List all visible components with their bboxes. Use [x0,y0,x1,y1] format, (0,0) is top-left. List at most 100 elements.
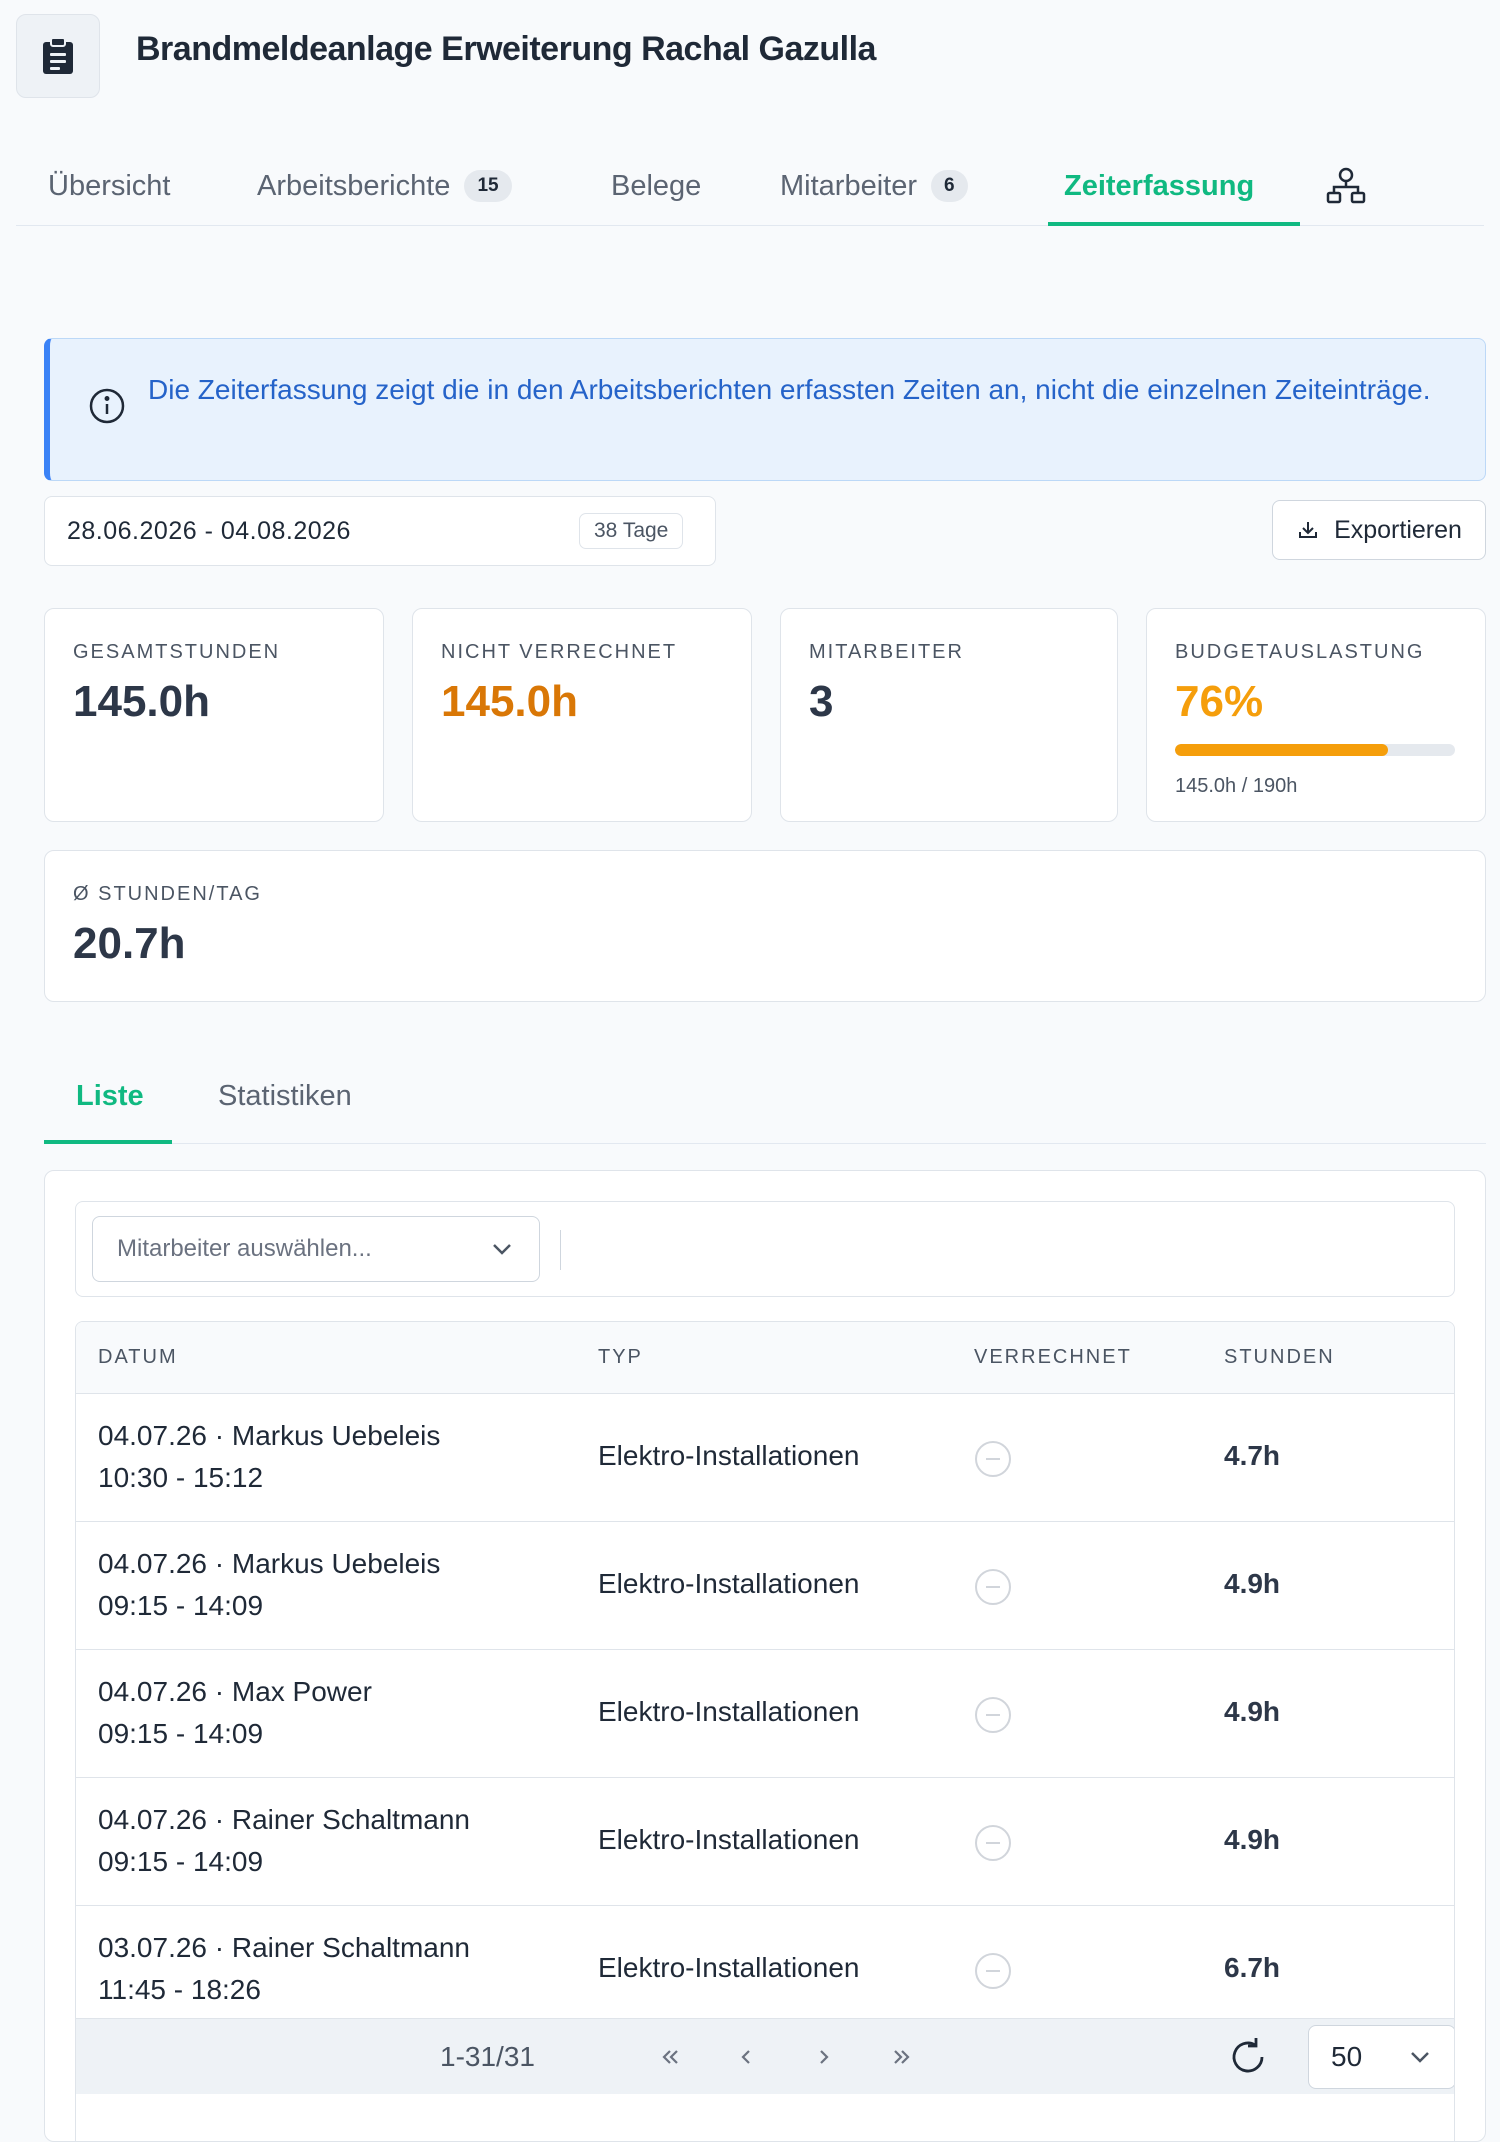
row-type: Elektro-Installationen [598,1824,860,1855]
refresh-icon[interactable] [1224,2033,1272,2081]
employee-select-placeholder: Mitarbeiter auswählen... [117,1235,372,1262]
not-billed-icon [975,1441,1011,1477]
column-header-date[interactable]: DATUM [98,1346,178,1369]
row-time-range: 11:45 - 18:26 [98,1974,261,2005]
tab-statistiken[interactable]: Statistiken [218,1080,352,1113]
budget-progress-fill [1175,744,1388,756]
row-time-range: 10:30 - 15:12 [98,1462,264,1493]
tab-belege[interactable]: Belege [611,146,701,226]
tab-mitarbeiter[interactable]: Mitarbeiter 6 [780,146,968,226]
stat-card-employees: MITARBEITER 3 [780,608,1118,822]
tab-label: Arbeitsberichte [257,169,451,202]
row-date-employee: 04.07.26 · Markus Uebeleis [98,1420,441,1451]
tab-label: Übersicht [48,169,171,202]
stat-label: GESAMTSTUNDEN [73,641,281,663]
stat-value: 20.7h [73,919,186,968]
chevron-left-icon [741,2050,750,2064]
not-billed-icon [975,1697,1011,1733]
divider [560,1230,561,1270]
stat-label: NICHT VERRECHNET [441,641,678,663]
count-badge: 6 [931,170,968,202]
tab-liste[interactable]: Liste [76,1080,144,1113]
pagination-bar: 1-31/31 50 [76,2018,1454,2094]
page-title: Brandmeldeanlage Erweiterung Rachal Gazu… [136,30,876,68]
row-date-employee: 03.07.26 · Rainer Schaltmann [98,1932,470,1963]
row-type: Elektro-Installationen [598,1952,860,1983]
stat-card-per-day: Ø STUNDEN/TAG 20.7h [44,850,1486,1002]
stat-value: 76% [1175,677,1264,726]
stat-card-total: GESAMTSTUNDEN 145.0h [44,608,384,822]
active-tab-indicator [1048,222,1300,226]
stat-value: 145.0h [73,677,210,726]
stat-label: Ø STUNDEN/TAG [73,883,262,905]
last-page-button[interactable] [882,2037,922,2077]
row-type: Elektro-Installationen [598,1568,860,1599]
table-row[interactable]: 04.07.26 · Markus Uebeleis 10:30 - 15:12… [76,1394,1454,1522]
row-time-range: 09:15 - 14:09 [98,1718,264,1749]
row-time-range: 09:15 - 14:09 [98,1590,264,1621]
row-hours: 4.7h [1224,1440,1281,1471]
table-header: DATUM TYP VERRECHNET STUNDEN [76,1322,1454,1394]
stat-value: 145.0h [441,677,578,726]
active-subtab-indicator [44,1140,172,1144]
table-row[interactable]: 04.07.26 · Max Power 09:15 - 14:09 Elekt… [76,1650,1454,1778]
row-date-employee: 04.07.26 · Max Power [98,1676,372,1707]
not-billed-icon [975,1569,1011,1605]
budget-progress-bar [1175,744,1455,756]
row-hours: 4.9h [1224,1568,1281,1599]
row-date-employee: 04.07.26 · Markus Uebeleis [98,1548,441,1579]
info-icon [89,388,125,424]
tab-label: Mitarbeiter [780,169,917,202]
tab-zeiterfassung[interactable]: Zeiterfassung [1064,146,1254,226]
prev-page-button[interactable] [726,2037,766,2077]
time-table: DATUM TYP VERRECHNET STUNDEN 04.07.26 · … [75,1321,1455,2142]
app-icon [16,14,100,98]
chevron-down-icon [493,1244,511,1255]
pagination-range: 1-31/31 [440,2041,535,2072]
per-page-value: 50 [1331,2041,1363,2072]
budget-subtext: 145.0h / 190h [1175,775,1298,797]
table-row[interactable]: 04.07.26 · Markus Uebeleis 09:15 - 14:09… [76,1522,1454,1650]
filter-bar: Mitarbeiter auswählen... [75,1201,1455,1297]
row-hours: 4.9h [1224,1696,1281,1727]
stat-value: 3 [809,677,834,726]
download-icon [1299,522,1318,538]
table-row[interactable]: 03.07.26 · Rainer Schaltmann 11:45 - 18:… [76,1906,1454,2034]
tab-uebersicht[interactable]: Übersicht [48,146,171,226]
row-type: Elektro-Installationen [598,1440,860,1471]
export-button[interactable]: Exportieren [1272,500,1486,560]
row-date-employee: 04.07.26 · Rainer Schaltmann [98,1804,470,1835]
row-hours: 4.9h [1224,1824,1281,1855]
clipboard-icon [43,37,73,74]
time-list-panel: Mitarbeiter auswählen... DATUM TYP VERRE… [44,1170,1486,2142]
stat-label: BUDGETAUSLASTUNG [1175,641,1425,663]
tab-org-chart[interactable] [1326,146,1366,226]
info-alert: Die Zeiterfassung zeigt die in den Arbei… [44,338,1486,481]
column-header-hours[interactable]: STUNDEN [1224,1346,1335,1369]
table-row[interactable]: 04.07.26 · Rainer Schaltmann 09:15 - 14:… [76,1778,1454,1906]
next-page-button[interactable] [804,2037,844,2077]
first-page-button[interactable] [650,2037,690,2077]
employee-select[interactable]: Mitarbeiter auswählen... [92,1216,540,1282]
not-billed-icon [975,1953,1011,1989]
tab-label: Zeiterfassung [1064,169,1255,202]
stat-label: MITARBEITER [809,641,964,663]
export-label: Exportieren [1334,515,1462,544]
org-chart-icon [1326,167,1366,204]
date-range-picker[interactable]: 28.06.2026 - 04.08.2026 38 Tage [44,496,716,566]
per-page-select[interactable]: 50 [1308,2025,1454,2089]
stat-card-budget: BUDGETAUSLASTUNG 76% 145.0h / 190h [1146,608,1486,822]
row-time-range: 09:15 - 14:09 [98,1846,264,1877]
row-type: Elektro-Installationen [598,1696,860,1727]
chevron-down-icon [1411,2052,1429,2063]
column-header-type[interactable]: TYP [598,1346,643,1369]
chevron-right-icon [820,2050,829,2064]
not-billed-icon [975,1825,1011,1861]
count-badge: 15 [464,170,512,202]
double-chevron-right-icon [894,2050,910,2064]
days-badge: 38 Tage [579,513,684,549]
tab-arbeitsberichte[interactable]: Arbeitsberichte 15 [257,146,512,226]
stat-card-unbilled: NICHT VERRECHNET 145.0h [412,608,752,822]
column-header-billed[interactable]: VERRECHNET [974,1346,1132,1369]
row-hours: 6.7h [1224,1952,1281,1983]
